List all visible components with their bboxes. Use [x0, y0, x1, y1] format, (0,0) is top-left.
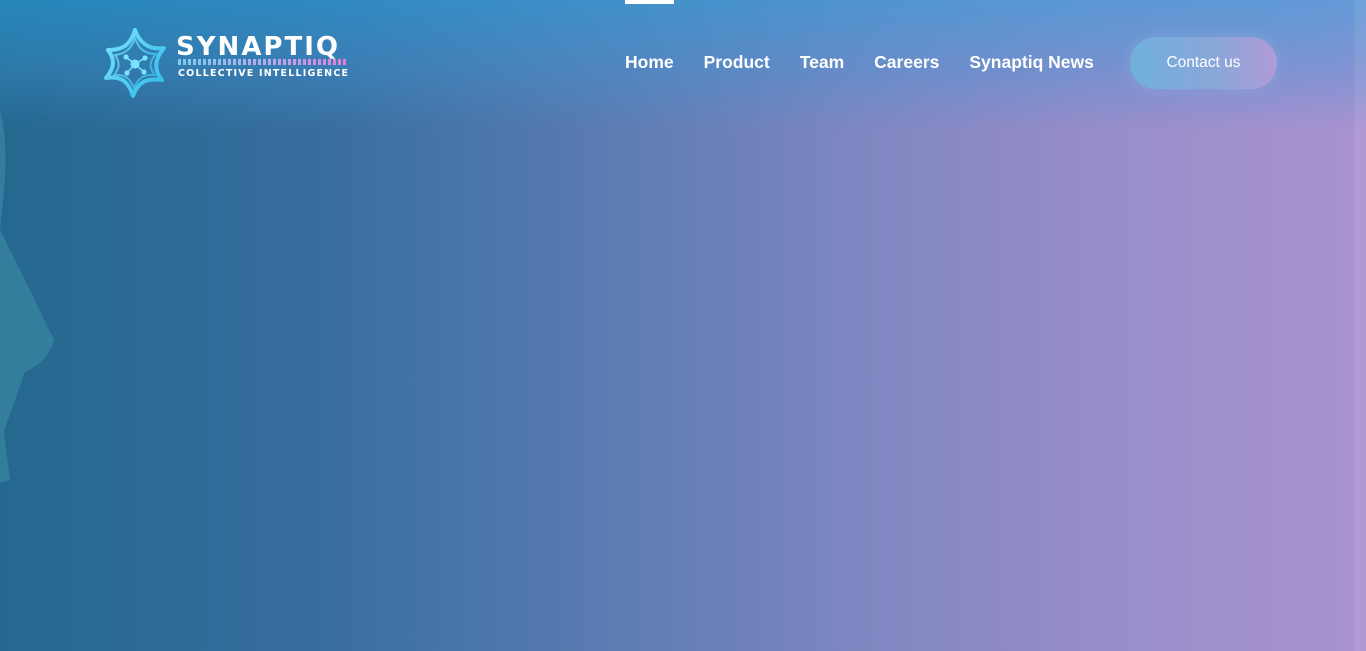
main-nav: Home Product Team Careers Synaptiq News	[625, 0, 1124, 120]
logo-title: SYNAPTIQ	[176, 32, 341, 62]
nav-item-synaptiq-news[interactable]: Synaptiq News	[969, 52, 1093, 72]
nav-item-careers[interactable]: Careers	[874, 52, 939, 72]
page-scrollbar[interactable]	[1354, 0, 1366, 651]
hero-page: SYNAPTIQ COLLECTIVE INTELLIGENCE Home Pr…	[0, 0, 1366, 651]
nav-item-team[interactable]: Team	[800, 52, 844, 72]
logo[interactable]: SYNAPTIQ COLLECTIVE INTELLIGENCE	[100, 28, 350, 98]
site-header: SYNAPTIQ COLLECTIVE INTELLIGENCE Home Pr…	[0, 0, 1354, 120]
nav-item-product[interactable]: Product	[704, 52, 770, 72]
synaptic-star-icon	[104, 28, 166, 98]
logo-dot-pattern	[178, 59, 348, 65]
contact-us-button[interactable]: Contact us	[1130, 37, 1277, 89]
nav-item-home[interactable]: Home	[625, 0, 674, 72]
logo-tagline: COLLECTIVE INTELLIGENCE	[178, 68, 350, 79]
face-silhouette-image	[0, 110, 54, 483]
